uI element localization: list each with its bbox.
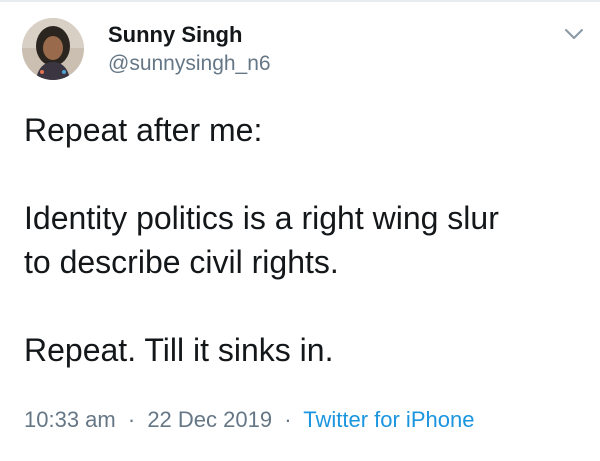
tweet-card: Sunny Singh @sunnysingh_n6 Repeat after … xyxy=(0,0,600,461)
tweet-line: Identity politics is a right wing slur xyxy=(24,200,499,236)
tweet-time[interactable]: 10:33 am xyxy=(24,407,116,432)
tweet-header: Sunny Singh @sunnysingh_n6 xyxy=(22,18,271,80)
avatar[interactable] xyxy=(22,18,84,80)
tweet-line: to describe civil rights. xyxy=(24,244,339,280)
tweet-date[interactable]: 22 Dec 2019 xyxy=(147,407,272,432)
tweet-source-link[interactable]: Twitter for iPhone xyxy=(303,407,474,432)
chevron-down-icon[interactable] xyxy=(562,22,586,46)
separator: · xyxy=(127,407,136,432)
tweet-paragraph: Repeat after me: xyxy=(24,112,263,148)
separator: · xyxy=(284,407,292,432)
display-name[interactable]: Sunny Singh xyxy=(108,22,271,48)
tweet-meta: 10:33 am · 22 Dec 2019 · Twitter for iPh… xyxy=(24,405,474,435)
tweet-text: Repeat after me: Identity politics is a … xyxy=(24,108,584,372)
tweet-paragraph: Identity politics is a right wing slur to… xyxy=(24,196,584,284)
top-divider xyxy=(0,0,600,2)
tweet-paragraph: Repeat. Till it sinks in. xyxy=(24,332,334,368)
user-handle[interactable]: @sunnysingh_n6 xyxy=(108,51,271,77)
user-names: Sunny Singh @sunnysingh_n6 xyxy=(108,22,271,77)
